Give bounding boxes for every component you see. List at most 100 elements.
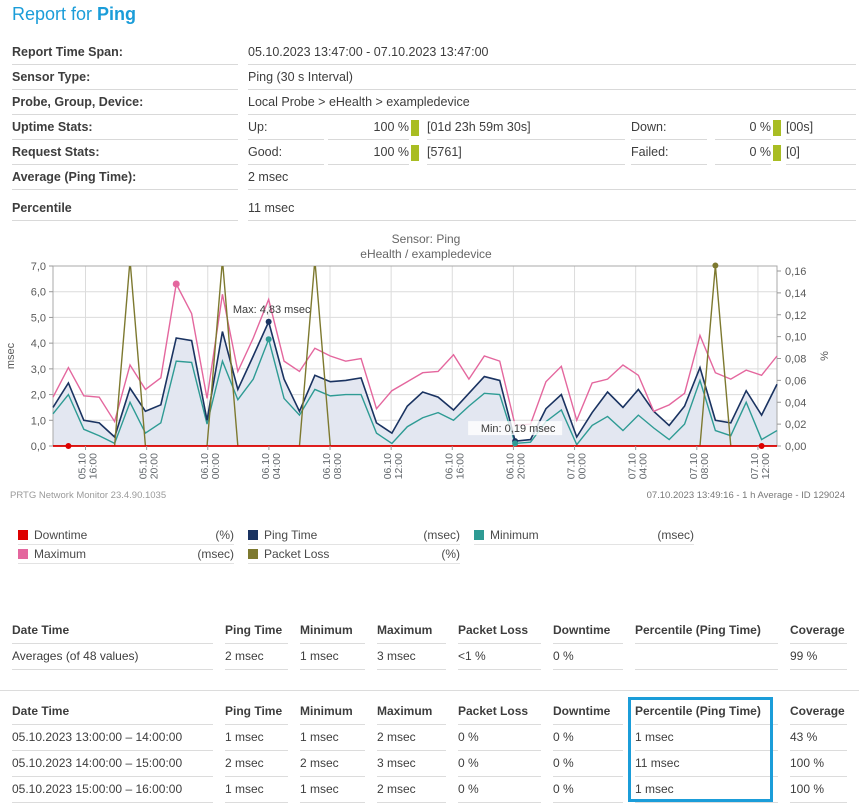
report-summary: Report Time Span: 05.10.2023 13:47:00 - … [0,40,859,221]
table-cell: 3 msec [377,751,446,777]
left-axis-title: msec [5,342,17,369]
row-request-stats: Request Stats: Good: 100 % [5761] Failed… [12,140,856,165]
right-tick-label: 0,10 [785,332,806,344]
column-header: Downtime [553,699,623,725]
table-cell: 43 % [790,725,847,751]
x-tick-time-label: 00:00 [210,453,222,479]
uptime-down-duration: [00s] [786,115,856,140]
column-header: Maximum [377,699,446,725]
right-tick-label: 0,08 [785,354,806,366]
left-tick-label: 6,0 [31,287,46,299]
x-tick-time-label: 16:00 [454,453,466,479]
table-cell: 1 msec [635,725,778,751]
data-point-marker [266,319,272,325]
table-cell: 2 msec [300,751,365,777]
column-header: Maximum [377,618,446,644]
data-point-marker [512,440,518,446]
legend-series-name: Downtime [34,528,215,542]
data-point-marker [759,443,765,449]
table-cell: 11 msec [635,751,778,777]
chart-annotation: Min: 0,19 msec [481,423,556,435]
column-header: Ping Time [225,618,288,644]
left-tick-label: 4,0 [31,338,46,350]
table-cell: 1 msec [300,725,365,751]
column-header: Percentile (Ping Time) [635,699,778,725]
uptime-up-percent: 100 % [328,115,409,140]
column-header: Coverage [790,699,847,725]
x-tick-time-label: 12:00 [393,453,405,479]
x-tick-time-label: 16:00 [88,453,100,479]
uptime-down-percent: 0 % [715,115,771,140]
data-point-marker [712,263,718,269]
request-failed-label: Failed: [631,140,707,165]
right-tick-label: 0,14 [785,288,806,300]
column-header: Minimum [300,618,365,644]
table-cell: 1 msec [300,644,365,670]
legend-series-unit: (%) [441,547,460,561]
row-report-time-span: Report Time Span: 05.10.2023 13:47:00 - … [12,40,856,65]
x-tick-time-label: 12:00 [760,453,772,479]
chart-footer-right: 07.10.2023 13:49:16 - 1 h Average - ID 1… [647,490,845,501]
legend-swatch-icon [18,530,28,540]
report-time-span-label: Report Time Span: [12,40,238,65]
legend-swatch-icon [18,549,28,559]
percentile-value: 11 msec [248,196,856,221]
legend-series-name: Maximum [34,547,197,561]
column-header: Date Time [12,699,213,725]
row-percentile: Percentile 11 msec [12,196,856,221]
average-label: Average (Ping Time): [12,165,238,190]
column-header: Packet Loss [458,618,541,644]
x-tick-time-label: 20:00 [149,453,161,479]
legend-series-unit: (msec) [197,547,234,561]
table-cell: 100 % [790,777,847,803]
row-probe-group-device: Probe, Group, Device: Local Probe > eHea… [12,90,856,115]
table-cell: <1 % [458,644,541,670]
legend-series-name: Packet Loss [264,547,441,561]
table-cell: 3 msec [377,644,446,670]
column-header: Coverage [790,618,847,644]
uptime-up-label: Up: [248,115,324,140]
percentile-label: Percentile [12,196,238,221]
chart-title: Sensor: Ping [392,232,461,246]
right-tick-label: 0,12 [785,310,806,322]
left-tick-label: 3,0 [31,364,46,376]
column-header: Percentile (Ping Time) [635,618,778,644]
data-point-marker [65,443,71,449]
table-cell: 05.10.2023 15:00:00 – 16:00:00 [12,777,213,803]
legend-series-unit: (msec) [657,528,694,542]
uptime-down-label: Down: [631,115,707,140]
legend-series-name: Minimum [490,528,657,542]
table-cell: 2 msec [225,644,288,670]
table-cell: 0 % [553,777,623,803]
x-tick-time-label: 04:00 [271,453,283,479]
sensor-type-value: Ping (30 s Interval) [248,65,856,90]
ping-chart: Sensor: PingeHealth / exampledevice0,01,… [0,226,859,518]
request-good-label: Good: [248,140,324,165]
legend-series-unit: (msec) [423,528,460,542]
table-cell: 05.10.2023 14:00:00 – 15:00:00 [12,751,213,777]
sensor-type-label: Sensor Type: [12,65,238,90]
legend-series-unit: (%) [215,528,234,542]
column-header: Ping Time [225,699,288,725]
x-tick-time-label: 08:00 [699,453,711,479]
chart-footer-left: PRTG Network Monitor 23.4.90.1035 [10,490,166,501]
left-tick-label: 1,0 [31,415,46,427]
table-cell: 2 msec [377,725,446,751]
table-cell: 0 % [553,725,623,751]
data-point-marker [173,281,180,288]
ping-area-fill [53,322,777,446]
probe-group-device-label: Probe, Group, Device: [12,90,238,115]
request-failed-count: [0] [786,140,856,165]
legend-item: Ping Time(msec) [248,526,460,545]
table-cell: 1 msec [635,777,778,803]
request-good-count: [5761] [427,140,625,165]
hourly-table: Date TimePing TimeMinimumMaximumPacket L… [0,690,859,803]
right-tick-label: 0,16 [785,266,806,278]
legend-item: Downtime(%) [18,526,234,545]
table-cell: 0 % [458,725,541,751]
uptime-down-status-block [773,120,781,136]
left-tick-label: 7,0 [31,261,46,273]
report-time-span-value: 05.10.2023 13:47:00 - 07.10.2023 13:47:0… [248,40,856,65]
table-cell: 100 % [790,751,847,777]
table-cell: Averages (of 48 values) [12,644,213,670]
